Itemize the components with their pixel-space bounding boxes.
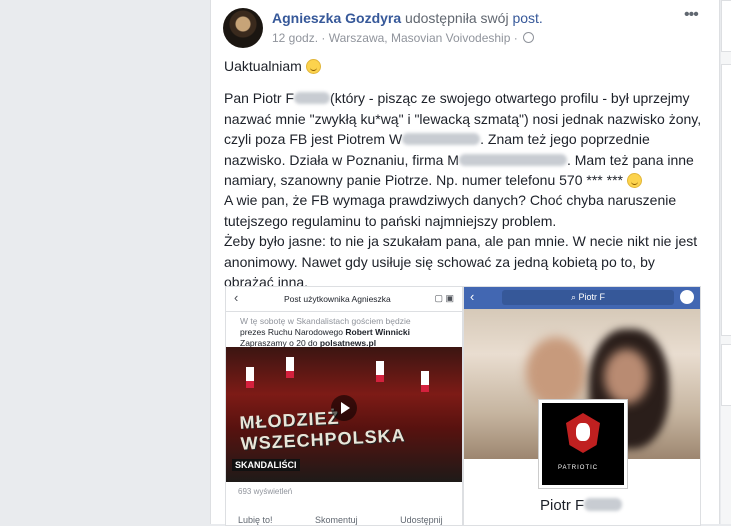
- flag-shape: [376, 361, 384, 382]
- screenshot-header: ‹ Post użytkownika Agnieszka ▢ ▣: [226, 287, 462, 312]
- snippet-2a: prezes Ruchu Narodowego: [240, 327, 346, 337]
- meta-separator-2: ·: [513, 31, 518, 45]
- redacted-surname-blur: [294, 92, 331, 105]
- view-count: 693 wyświetleń: [238, 487, 293, 496]
- smile-emoji-icon: [626, 173, 642, 189]
- redacted-company-blur: [458, 153, 567, 166]
- profile-name: Piotr F: [540, 497, 623, 514]
- search-box: ⌕ Piotr F: [502, 290, 674, 305]
- emblem-text: PATRIOTIC: [558, 465, 599, 471]
- post-header: Agnieszka Gozdyra udostępniła swój post.: [272, 10, 543, 26]
- redacted-name-blur: [402, 133, 481, 146]
- post-location[interactable]: Warszawa, Masovian Voivodeship: [329, 31, 511, 45]
- globe-icon[interactable]: [523, 32, 535, 43]
- flag-shape: [246, 367, 254, 388]
- blurred-face: [526, 337, 586, 407]
- snippet-line-2: prezes Ruchu Narodowego Robert Winnicki: [240, 327, 448, 338]
- post-paragraph-2: A wie pan, że FB wymaga prawdziwych dany…: [224, 192, 677, 229]
- messenger-icon: [680, 290, 694, 304]
- author-avatar[interactable]: [223, 8, 263, 48]
- profile-picture-inner: PATRIOTIC: [542, 403, 624, 485]
- post-text-1a: Pan Piotr F: [224, 90, 295, 107]
- right-panel-box: [721, 0, 731, 52]
- smile-emoji-icon: [305, 59, 321, 74]
- flag-shape: [286, 357, 294, 378]
- back-arrow-icon: ‹: [234, 290, 239, 305]
- post-card: Agnieszka Gozdyra udostępniła swój post.…: [210, 0, 720, 526]
- profile-name-text: Piotr F: [540, 497, 585, 514]
- eagle-emblem-icon: [566, 413, 600, 453]
- snippet-2b: Robert Winnicki: [345, 327, 410, 337]
- profile-picture: PATRIOTIC: [538, 399, 628, 489]
- screenshot-icons: ▢ ▣: [434, 293, 454, 303]
- post-time[interactable]: 12 godz.: [272, 31, 318, 45]
- video-thumbnail: MŁODZIEŻ WSZECHPOLSKA SKANDALIŚCI: [226, 347, 462, 482]
- post-paragraph-1: Pan Piotr F (który - pisząc ze swojego ot…: [224, 88, 704, 190]
- search-text: Piotr F: [578, 292, 606, 302]
- more-options-icon[interactable]: •••: [684, 6, 699, 24]
- right-panel-box: [721, 64, 731, 336]
- post-link[interactable]: post.: [512, 10, 542, 26]
- action-text: udostępniła swój: [405, 10, 509, 26]
- author-name-link[interactable]: Agnieszka Gozdyra: [272, 10, 401, 26]
- screenshot-snippet: W tę sobotę w Skandalistach gościem będz…: [226, 312, 462, 349]
- right-panel-box: [721, 344, 731, 406]
- play-icon: [331, 395, 357, 421]
- screenshot-image-right[interactable]: ‹ ⌕ Piotr F PATRIOTIC Piotr F: [463, 286, 701, 526]
- flag-shape: [421, 371, 429, 392]
- blurred-face: [604, 349, 649, 404]
- mobile-nav-bar: ‹ ⌕ Piotr F: [464, 287, 700, 309]
- post-meta: 12 godz. · Warszawa, Masovian Voivodeshi…: [272, 31, 535, 45]
- snippet-line-1: W tę sobotę w Skandalistach gościem będz…: [240, 316, 411, 326]
- meta-separator: ·: [321, 31, 326, 45]
- show-label: SKANDALIŚCI: [232, 459, 300, 471]
- screenshot-image-left[interactable]: ‹ Post użytkownika Agnieszka ▢ ▣ W tę so…: [225, 286, 463, 526]
- back-arrow-icon: ‹: [470, 289, 475, 304]
- redacted-surname-blur: [584, 498, 623, 511]
- post-body: Uaktualniam Pan Piotr F (który - pisząc z…: [224, 56, 704, 292]
- post-paragraph-3: Żeby było jasne: to nie ja szukałam pana…: [224, 233, 698, 291]
- updated-text: Uaktualniam: [224, 58, 302, 74]
- screenshot-title: Post użytkownika Agnieszka: [284, 294, 391, 304]
